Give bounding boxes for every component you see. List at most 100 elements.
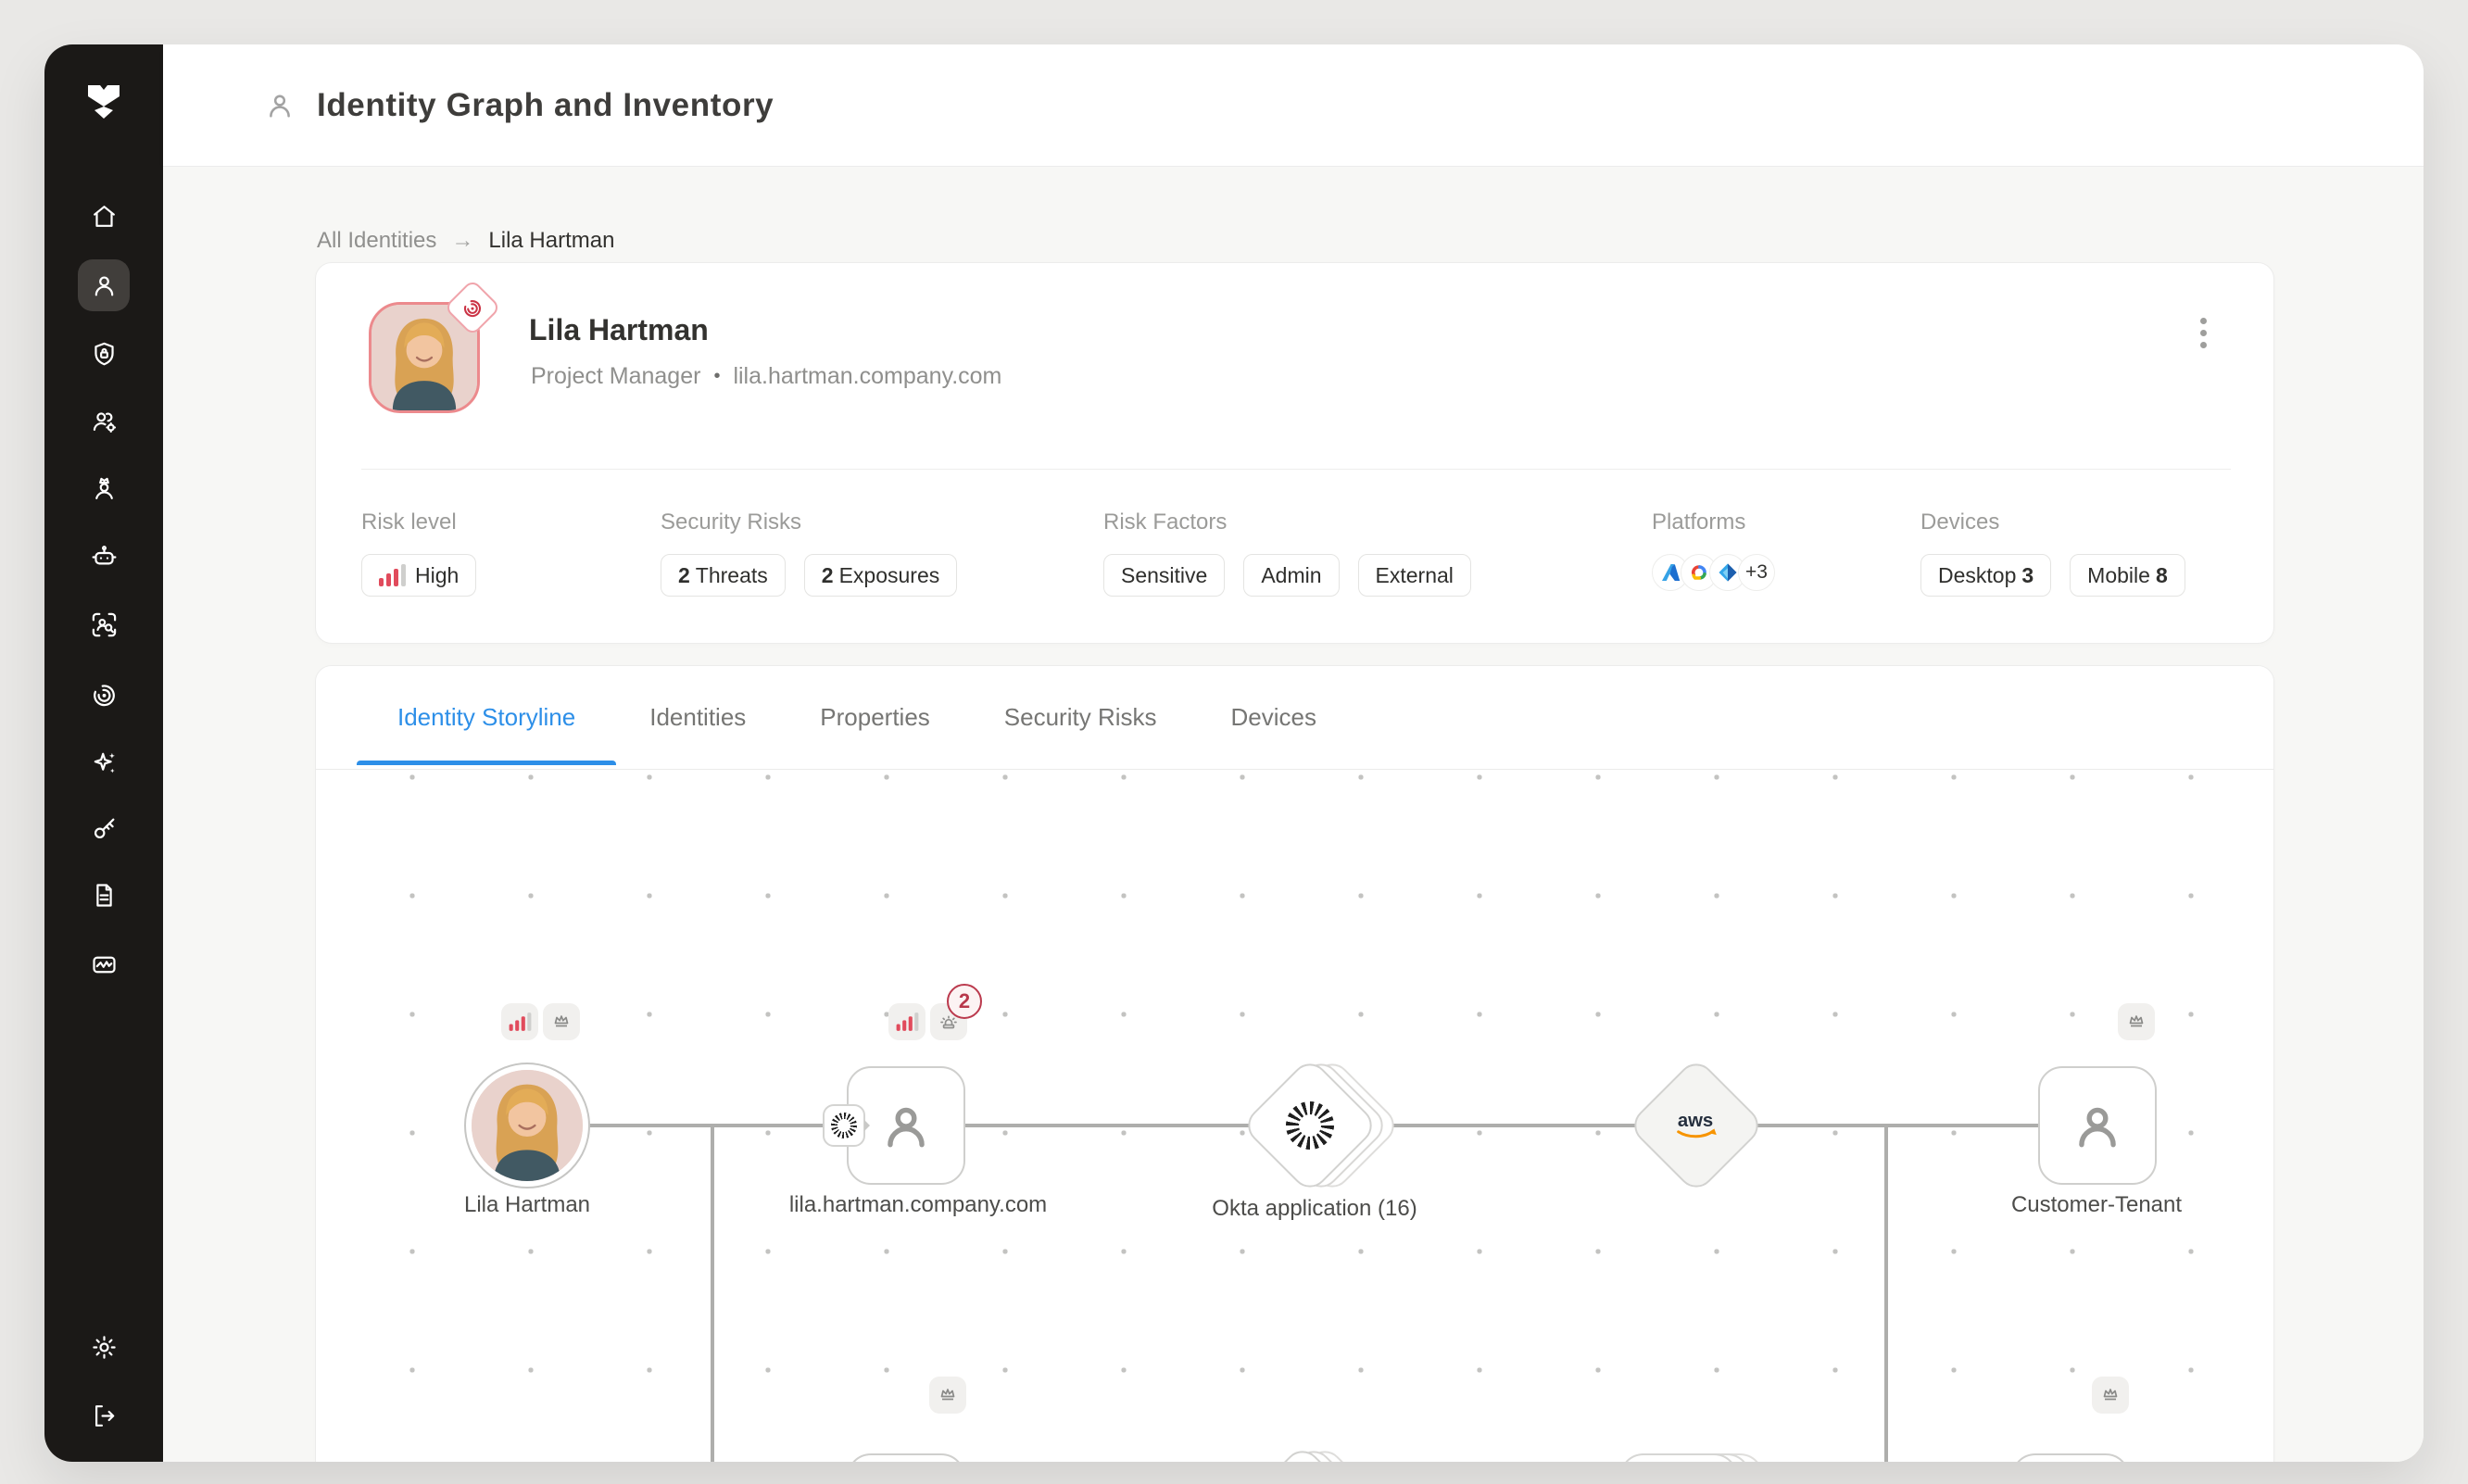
breadcrumb-current: Lila Hartman bbox=[488, 228, 614, 254]
risk-level-pill: High bbox=[361, 554, 476, 597]
risk-factors-badges: Sensitive Admin External bbox=[1103, 554, 1471, 597]
profile-divider bbox=[361, 469, 2231, 470]
identity-name: Lila Hartman bbox=[529, 313, 709, 347]
aws-logo-icon: aws bbox=[1668, 1107, 1725, 1144]
risk-level-label: Risk level bbox=[361, 509, 457, 535]
graph-edge bbox=[711, 1124, 714, 1462]
identity-profile-card: Lila Hartman Project Manager • lila.hart… bbox=[315, 262, 2274, 644]
platforms-value: +3 bbox=[1652, 554, 1775, 591]
tab-devices[interactable]: Devices bbox=[1231, 703, 1316, 732]
graph-node-entra-account[interactable] bbox=[847, 1453, 965, 1462]
graph-node-label: lila.hartman.company.com bbox=[789, 1192, 1047, 1218]
breadcrumb-all-identities[interactable]: All Identities bbox=[317, 228, 436, 254]
page-title: Identity Graph and Inventory bbox=[317, 87, 774, 124]
risk-bars-chip-icon bbox=[888, 1003, 926, 1040]
key-icon bbox=[90, 814, 119, 843]
main-content: All Identities → Lila Hartman Lila Hartm… bbox=[163, 167, 2424, 1462]
alert-count-badge: 2 bbox=[947, 984, 982, 1019]
platforms-label: Platforms bbox=[1652, 509, 1745, 535]
graph-node-aws[interactable]: aws bbox=[1647, 1076, 1745, 1175]
risk-factor-sensitive: Sensitive bbox=[1103, 554, 1225, 597]
okta-provider-badge-icon bbox=[823, 1104, 865, 1147]
crown-chip-icon bbox=[2118, 1003, 2155, 1040]
sidebar-item-admins[interactable] bbox=[78, 462, 130, 514]
graph-node-label: Customer-Tenant bbox=[2011, 1192, 2182, 1218]
risk-bars-icon bbox=[379, 564, 406, 586]
scan-user-icon bbox=[90, 610, 119, 639]
page-title-user-icon bbox=[263, 89, 296, 122]
graph-edge bbox=[1884, 1124, 1888, 1462]
tab-bar: Identity Storyline Identities Properties… bbox=[316, 666, 2273, 770]
sidebar bbox=[44, 44, 163, 1462]
identity-subtitle: Project Manager • lila.hartman.company.c… bbox=[531, 363, 1001, 390]
okta-logo-icon bbox=[1286, 1101, 1334, 1150]
tab-properties[interactable]: Properties bbox=[820, 703, 930, 732]
platforms-more-badge: +3 bbox=[1738, 554, 1775, 591]
svg-text:aws: aws bbox=[1678, 1111, 1713, 1131]
security-risks-badges: 2 Threats 2 Exposures bbox=[661, 554, 957, 597]
activity-card-icon bbox=[90, 950, 119, 979]
document-icon bbox=[90, 881, 119, 910]
crown-chip-icon bbox=[2092, 1377, 2129, 1414]
risk-bars-chip-icon bbox=[501, 1003, 538, 1040]
sidebar-item-identities[interactable] bbox=[78, 259, 130, 311]
sidebar-item-activity[interactable] bbox=[78, 938, 130, 990]
risk-level-value: High bbox=[361, 554, 476, 597]
subtitle-separator: • bbox=[713, 366, 720, 387]
sidebar-item-itdr[interactable] bbox=[78, 668, 130, 720]
sidebar-item-ai[interactable] bbox=[78, 736, 130, 788]
page-header: Identity Graph and Inventory bbox=[163, 44, 2424, 167]
graph-node-customer-tenant[interactable] bbox=[2038, 1066, 2157, 1185]
exposures-badge: 2 Exposures bbox=[804, 554, 957, 597]
tab-security-risks[interactable]: Security Risks bbox=[1004, 703, 1157, 732]
sidebar-item-reports[interactable] bbox=[78, 869, 130, 921]
security-risks-label: Security Risks bbox=[661, 509, 801, 535]
graph-node-label: Okta application (16) bbox=[1212, 1196, 1417, 1222]
tab-identity-storyline[interactable]: Identity Storyline bbox=[397, 703, 575, 732]
desktop-devices-badge: Desktop 3 bbox=[1920, 554, 2051, 597]
identity-email: lila.hartman.company.com bbox=[733, 363, 1001, 390]
identity-role: Project Manager bbox=[531, 363, 700, 390]
threats-badge: 2 Threats bbox=[661, 554, 786, 597]
users-gear-icon bbox=[90, 408, 119, 436]
shield-lock-icon bbox=[90, 340, 119, 369]
graph-node-tenant-account[interactable] bbox=[2011, 1453, 2130, 1462]
breadcrumb-arrow-icon: → bbox=[451, 228, 473, 254]
sidebar-item-groups[interactable] bbox=[78, 396, 130, 447]
devices-badges: Desktop 3 Mobile 8 bbox=[1920, 554, 2185, 597]
sidebar-item-logout[interactable] bbox=[78, 1390, 130, 1441]
sidebar-item-security[interactable] bbox=[78, 328, 130, 380]
graph-node-person[interactable] bbox=[464, 1063, 590, 1188]
logout-icon bbox=[90, 1402, 119, 1430]
devices-label: Devices bbox=[1920, 509, 1999, 535]
app-window: Identity Graph and Inventory All Identit… bbox=[44, 44, 2424, 1462]
crown-chip-icon bbox=[929, 1377, 966, 1414]
graph-node-label: Lila Hartman bbox=[464, 1192, 590, 1218]
identity-detail-panel: Identity Storyline Identities Properties… bbox=[315, 665, 2274, 1462]
crown-chip-icon bbox=[543, 1003, 580, 1040]
graph-node-okta-application[interactable] bbox=[1261, 1076, 1359, 1175]
robot-icon bbox=[90, 543, 119, 572]
user-crown-icon bbox=[90, 474, 119, 503]
home-icon bbox=[90, 202, 119, 231]
graph-node-azure-resource[interactable] bbox=[1619, 1453, 1738, 1462]
sidebar-item-credentials[interactable] bbox=[78, 802, 130, 854]
sidebar-item-discovery[interactable] bbox=[78, 598, 130, 650]
profile-menu-button[interactable] bbox=[2185, 311, 2222, 354]
sidebar-item-bots[interactable] bbox=[78, 531, 130, 583]
mobile-devices-badge: Mobile 8 bbox=[2070, 554, 2185, 597]
sidebar-item-home[interactable] bbox=[78, 190, 130, 242]
user-icon bbox=[90, 271, 119, 300]
risk-factors-label: Risk Factors bbox=[1103, 509, 1227, 535]
sidebar-item-settings[interactable] bbox=[78, 1321, 130, 1373]
tab-identities[interactable]: Identities bbox=[649, 703, 746, 732]
radar-icon bbox=[90, 680, 119, 709]
risk-factor-admin: Admin bbox=[1243, 554, 1339, 597]
app-logo-icon[interactable] bbox=[83, 82, 124, 124]
sparkles-icon bbox=[90, 748, 119, 777]
settings-icon bbox=[90, 1333, 119, 1362]
risk-factor-external: External bbox=[1358, 554, 1471, 597]
profile-avatar bbox=[369, 302, 480, 413]
identity-graph-canvas[interactable]: Lila Hartman bbox=[316, 770, 2273, 1462]
breadcrumb: All Identities → Lila Hartman bbox=[317, 228, 614, 254]
